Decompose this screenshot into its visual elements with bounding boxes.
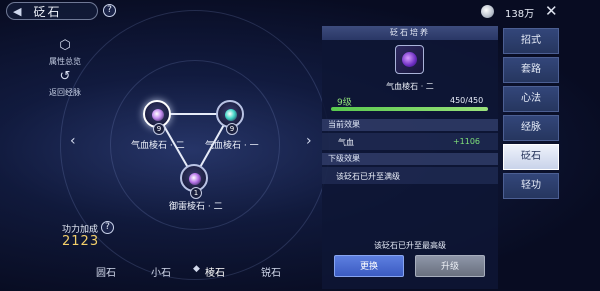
stone-tab-round[interactable]: 圆石 [96, 264, 116, 279]
selected-gem-icon [395, 45, 424, 74]
tab-routine[interactable]: 套路 [503, 57, 559, 83]
stat-value: +1106 [452, 137, 480, 146]
qixue-gem-icon [225, 109, 237, 121]
yulei-gem-icon [189, 173, 201, 185]
next-effect-title: 下级效果 [322, 153, 498, 165]
exp-progress-bar [331, 107, 488, 111]
next-effect-row: 该砭石已升至满级 [322, 167, 498, 184]
stat-name: 气血 [338, 138, 354, 147]
tab-mind[interactable]: 心法 [503, 86, 559, 112]
tab-lightness[interactable]: 轻功 [503, 173, 559, 199]
gem-glyph [402, 52, 417, 67]
stone-tab-prism-arrow-icon: ◆ [193, 264, 200, 274]
exp-progress-fill [331, 107, 488, 111]
stone-tab-prism[interactable]: 棱石 [205, 264, 225, 279]
node-label: 御雷棱石 · 二 [169, 202, 223, 212]
gem-name: 气血棱石 · 二 [386, 82, 434, 91]
stone-tab-small[interactable]: 小石 [151, 264, 171, 279]
node-label: 气血棱石 · 二 [131, 141, 185, 151]
gem-node-qixue-1[interactable]: 9 [216, 100, 244, 135]
panel-header: 砭石培养 [322, 26, 498, 40]
node-level: 9 [226, 123, 238, 135]
node-level: 1 [190, 187, 202, 199]
tab-moves[interactable]: 招式 [503, 28, 559, 54]
current-effect-row: 气血 +1106 [322, 133, 498, 150]
help-icon[interactable]: ? [101, 221, 114, 234]
upgrade-button[interactable]: 升级 [415, 255, 485, 277]
node-level: 9 [153, 123, 165, 135]
max-level-text: 该砭石已升至最高级 [374, 241, 446, 250]
tab-bianstone[interactable]: 砭石 [503, 144, 559, 170]
replace-button[interactable]: 更换 [334, 255, 404, 277]
node-label: 气血棱石 · 一 [205, 141, 259, 151]
gem-exp: 450/450 [450, 96, 484, 105]
qixue-gem-icon [152, 109, 164, 121]
next-effect-text: 该砭石已升至满级 [336, 172, 400, 181]
power-bonus-value: 2123 [62, 234, 100, 249]
current-effect-title: 当前效果 [322, 119, 498, 131]
tab-meridian[interactable]: 经脉 [503, 115, 559, 141]
gem-node-qixue-2[interactable]: 9 [143, 100, 171, 135]
stone-tab-sharp[interactable]: 锐石 [261, 264, 281, 279]
gem-detail-panel: 砭石培养 气血棱石 · 二 9级 450/450 当前效果 气血 +1106 下… [322, 26, 498, 289]
gem-node-yulei-2[interactable]: 1 [180, 164, 208, 199]
